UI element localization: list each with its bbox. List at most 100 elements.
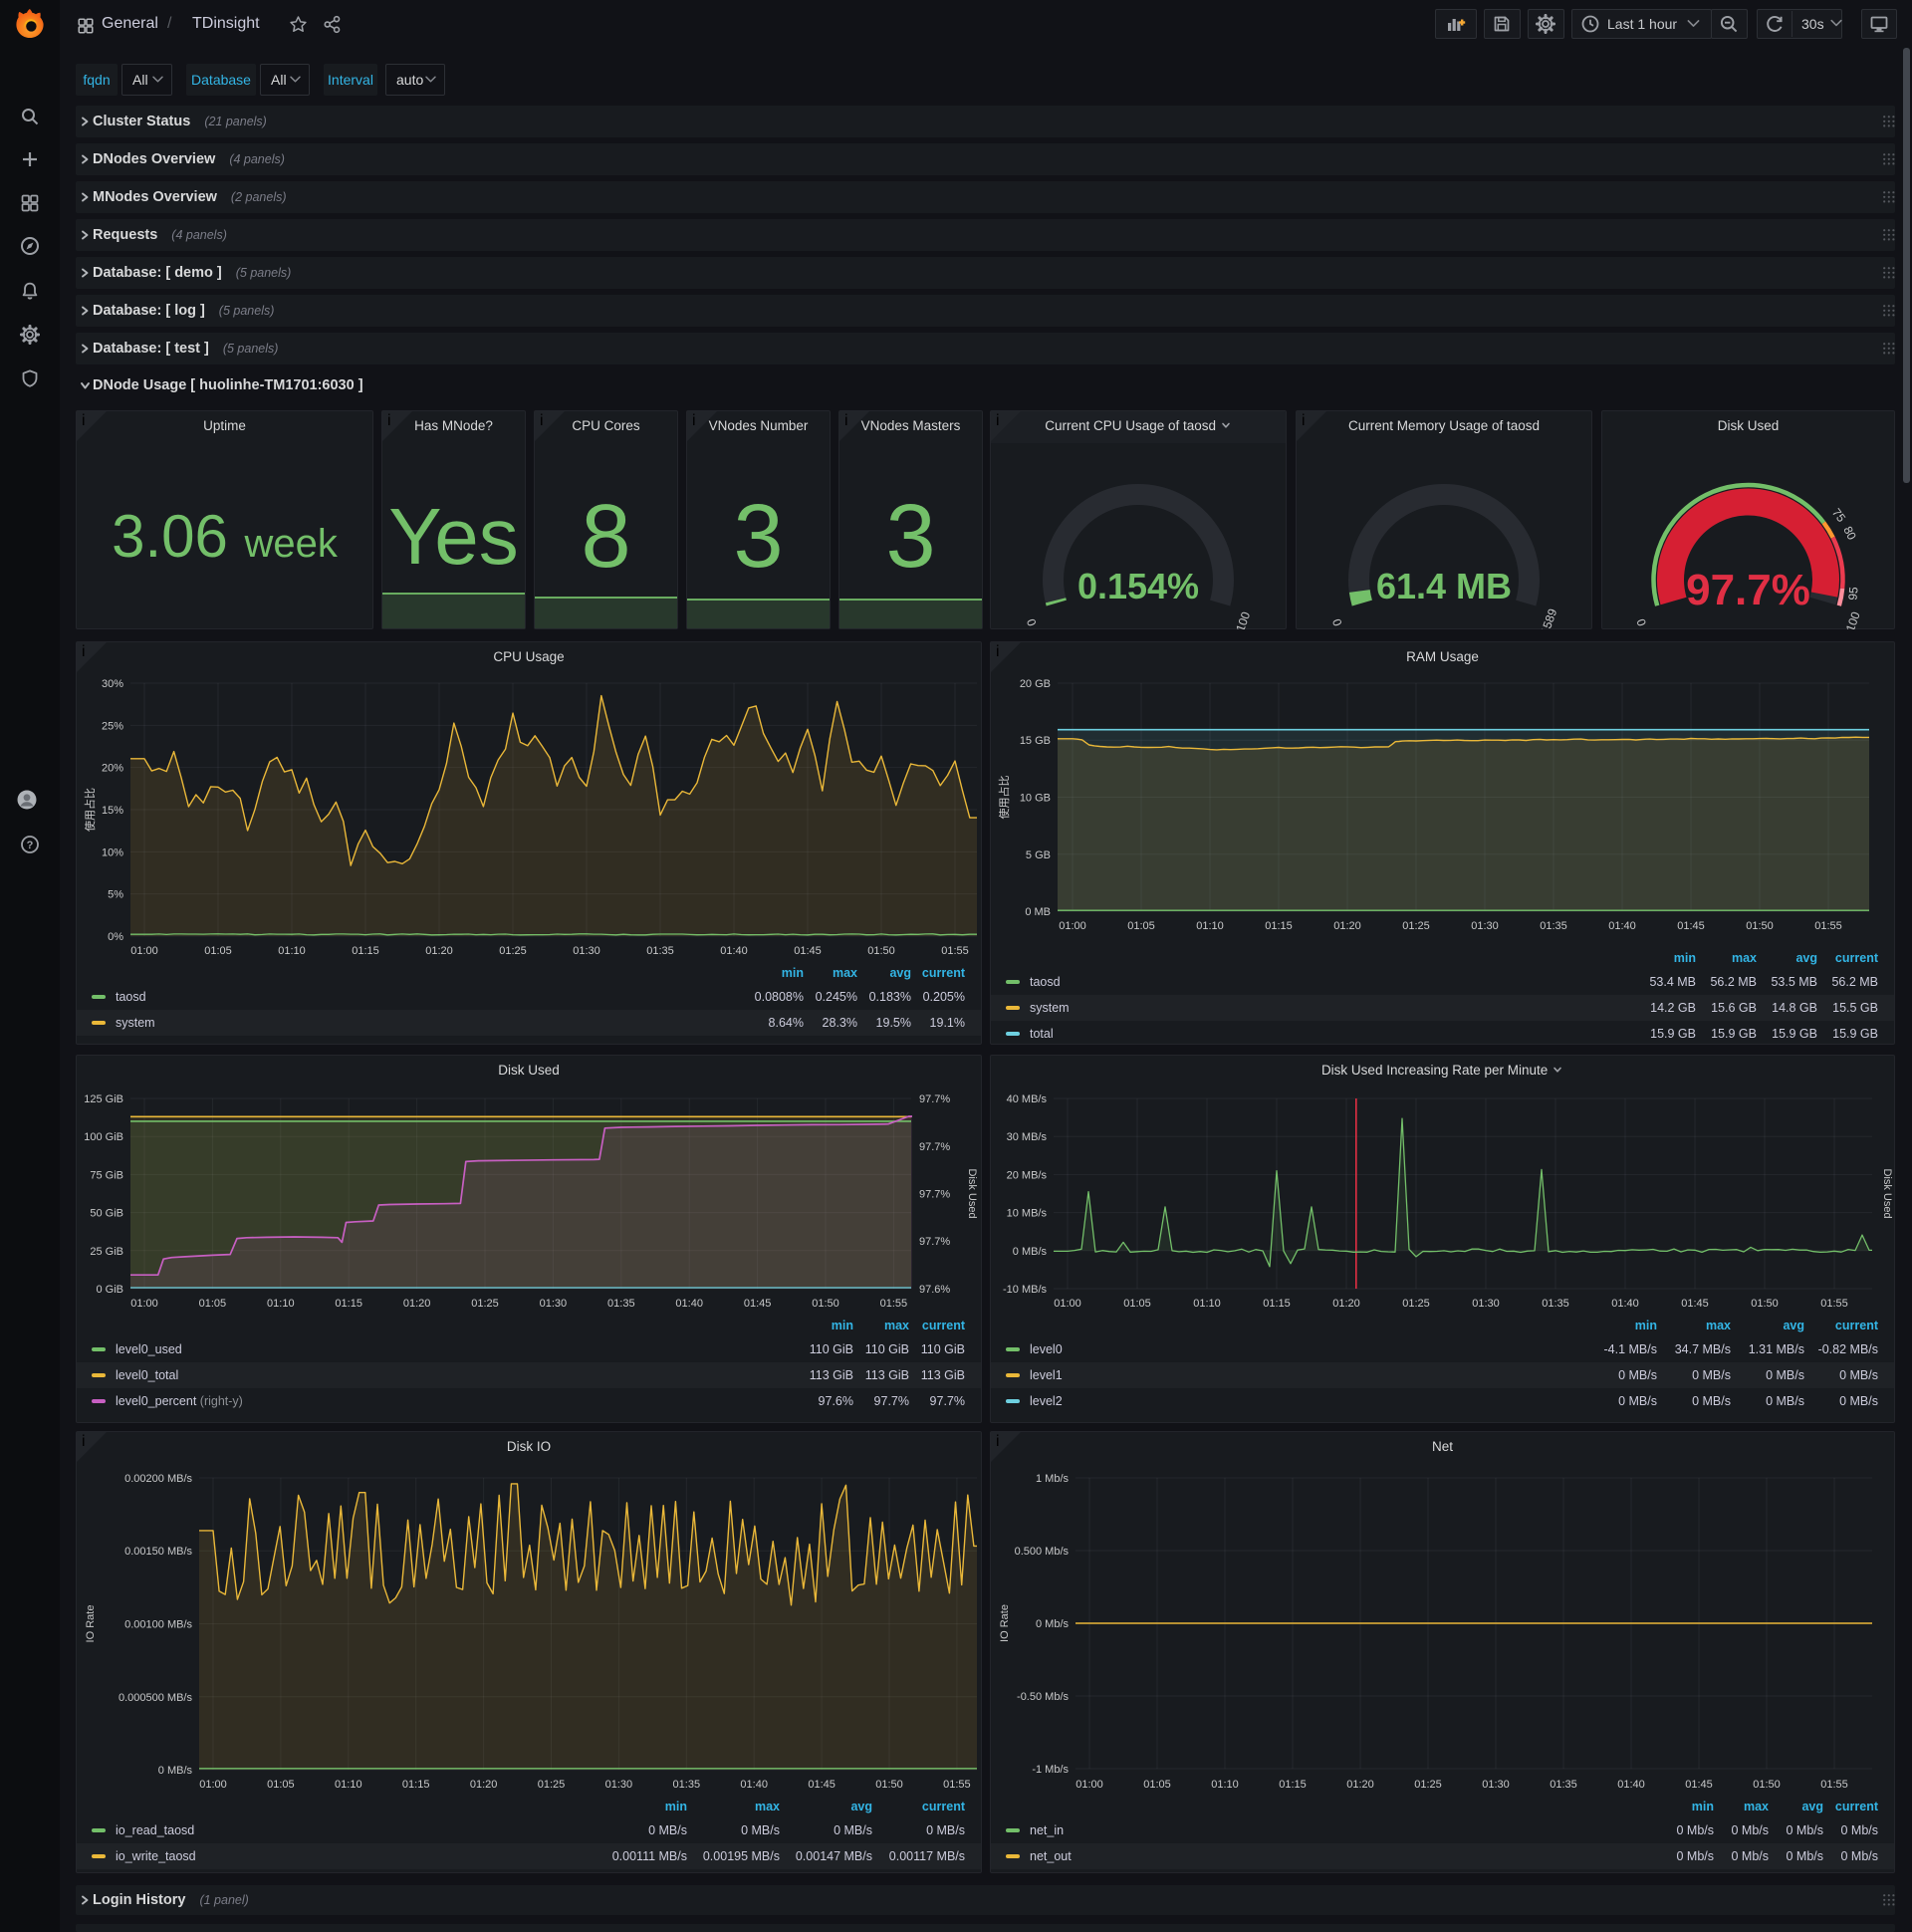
svg-text:01:00: 01:00 [1054, 1298, 1081, 1310]
svg-text:1 Mb/s: 1 Mb/s [1036, 1473, 1070, 1485]
svg-text:10 GB: 10 GB [1020, 793, 1051, 805]
svg-text:5 GB: 5 GB [1026, 849, 1051, 861]
svg-text:5%: 5% [108, 889, 123, 901]
svg-text:1589: 1589 [1538, 606, 1559, 629]
svg-text:01:25: 01:25 [1402, 1298, 1430, 1310]
svg-text:15 GB: 15 GB [1020, 735, 1051, 747]
svg-text:01:15: 01:15 [402, 1779, 430, 1791]
svg-text:125 GiB: 125 GiB [84, 1093, 123, 1105]
svg-text:IO Rate: IO Rate [85, 1605, 97, 1643]
svg-text:01:40: 01:40 [740, 1779, 768, 1791]
svg-text:01:05: 01:05 [204, 945, 232, 957]
svg-text:01:10: 01:10 [278, 945, 306, 957]
svg-text:01:25: 01:25 [1402, 920, 1430, 932]
svg-text:01:20: 01:20 [425, 945, 453, 957]
svg-text:01:45: 01:45 [1681, 1298, 1709, 1310]
svg-text:01:35: 01:35 [673, 1779, 701, 1791]
svg-text:01:30: 01:30 [1482, 1779, 1510, 1791]
svg-text:01:25: 01:25 [538, 1779, 566, 1791]
svg-text:40 MB/s: 40 MB/s [1007, 1093, 1048, 1105]
svg-text:01:40: 01:40 [720, 945, 748, 957]
svg-text:25%: 25% [102, 720, 123, 732]
svg-text:01:30: 01:30 [605, 1779, 633, 1791]
svg-text:01:20: 01:20 [470, 1779, 498, 1791]
svg-text:01:10: 01:10 [1196, 920, 1224, 932]
svg-text:01:50: 01:50 [812, 1298, 839, 1310]
svg-text:01:10: 01:10 [1193, 1298, 1221, 1310]
svg-text:01:55: 01:55 [943, 1779, 971, 1791]
svg-text:01:15: 01:15 [335, 1298, 362, 1310]
svg-text:01:10: 01:10 [1211, 1779, 1239, 1791]
svg-text:100 GiB: 100 GiB [84, 1131, 123, 1143]
svg-text:75 GiB: 75 GiB [90, 1169, 123, 1181]
svg-text:Disk Used: Disk Used [1881, 1168, 1893, 1218]
svg-text:01:50: 01:50 [1751, 1298, 1779, 1310]
svg-text:01:55: 01:55 [1820, 1779, 1848, 1791]
svg-text:0: 0 [1024, 616, 1040, 627]
svg-text:0 MB: 0 MB [1025, 906, 1051, 918]
svg-text:01:05: 01:05 [267, 1779, 295, 1791]
svg-text:01:10: 01:10 [335, 1779, 362, 1791]
svg-text:97.6%: 97.6% [919, 1284, 950, 1296]
svg-text:01:05: 01:05 [1123, 1298, 1151, 1310]
svg-text:?: ? [27, 840, 34, 851]
svg-text:-0.50 Mb/s: -0.50 Mb/s [1017, 1691, 1069, 1703]
svg-text:01:45: 01:45 [808, 1779, 836, 1791]
svg-text:97.7%: 97.7% [919, 1141, 950, 1153]
svg-text:01:20: 01:20 [1332, 1298, 1360, 1310]
svg-text:01:35: 01:35 [1540, 920, 1567, 932]
svg-text:01:20: 01:20 [1333, 920, 1361, 932]
svg-text:0: 0 [1329, 616, 1345, 627]
svg-text:0.000500 MB/s: 0.000500 MB/s [119, 1692, 192, 1704]
svg-text:01:00: 01:00 [130, 945, 158, 957]
svg-text:01:25: 01:25 [471, 1298, 499, 1310]
svg-text:01:55: 01:55 [941, 945, 969, 957]
svg-text:01:25: 01:25 [1414, 1779, 1442, 1791]
svg-text:01:55: 01:55 [880, 1298, 908, 1310]
svg-text:01:55: 01:55 [1814, 920, 1842, 932]
svg-text:0 MB/s: 0 MB/s [1013, 1246, 1048, 1258]
svg-text:-10 MB/s: -10 MB/s [1003, 1284, 1048, 1296]
svg-text:01:50: 01:50 [1753, 1779, 1781, 1791]
svg-text:0: 0 [1634, 616, 1650, 627]
svg-text:0.00100 MB/s: 0.00100 MB/s [124, 1619, 192, 1631]
svg-text:75: 75 [1829, 506, 1848, 525]
svg-text:01:40: 01:40 [1608, 920, 1636, 932]
svg-text:30 MB/s: 30 MB/s [1007, 1131, 1048, 1143]
svg-text:15%: 15% [102, 805, 123, 817]
svg-text:30%: 30% [102, 678, 123, 690]
svg-text:01:40: 01:40 [675, 1298, 703, 1310]
svg-text:01:00: 01:00 [199, 1779, 227, 1791]
svg-text:10 MB/s: 10 MB/s [1007, 1208, 1048, 1220]
svg-text:01:35: 01:35 [646, 945, 674, 957]
svg-text:01:50: 01:50 [867, 945, 895, 957]
svg-text:01:00: 01:00 [1059, 920, 1086, 932]
svg-text:01:05: 01:05 [1127, 920, 1155, 932]
svg-text:01:05: 01:05 [1143, 1779, 1171, 1791]
svg-text:01:15: 01:15 [1263, 1298, 1291, 1310]
svg-text:使用占比: 使用占比 [997, 776, 1011, 820]
svg-text:0%: 0% [108, 931, 123, 943]
svg-text:0.00150 MB/s: 0.00150 MB/s [124, 1546, 192, 1558]
svg-text:20 GB: 20 GB [1020, 678, 1051, 690]
svg-text:01:20: 01:20 [403, 1298, 431, 1310]
svg-text:Disk Used: Disk Used [966, 1168, 978, 1218]
svg-text:01:50: 01:50 [875, 1779, 903, 1791]
svg-text:01:10: 01:10 [267, 1298, 295, 1310]
svg-text:01:30: 01:30 [1472, 1298, 1500, 1310]
svg-text:100: 100 [1233, 609, 1253, 629]
svg-text:IO Rate: IO Rate [999, 1604, 1011, 1642]
svg-text:0 GiB: 0 GiB [96, 1284, 123, 1296]
svg-text:01:40: 01:40 [1611, 1298, 1639, 1310]
svg-text:01:25: 01:25 [499, 945, 527, 957]
svg-text:25 GiB: 25 GiB [90, 1246, 123, 1258]
svg-text:使用占比: 使用占比 [83, 788, 97, 832]
svg-text:0 MB/s: 0 MB/s [158, 1765, 193, 1777]
svg-text:01:15: 01:15 [352, 945, 379, 957]
svg-text:20 MB/s: 20 MB/s [1007, 1169, 1048, 1181]
svg-text:20%: 20% [102, 763, 123, 775]
svg-text:01:45: 01:45 [744, 1298, 772, 1310]
svg-text:01:45: 01:45 [1677, 920, 1705, 932]
svg-text:50 GiB: 50 GiB [90, 1208, 123, 1220]
svg-text:01:35: 01:35 [607, 1298, 635, 1310]
